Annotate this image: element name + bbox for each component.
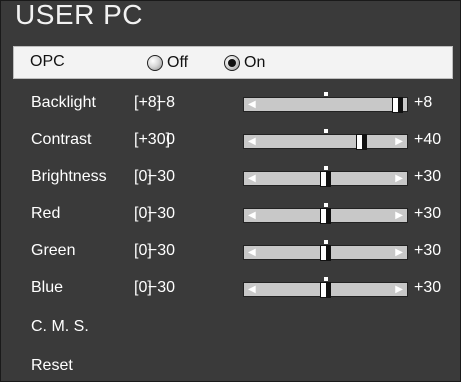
- center-mark: [324, 92, 328, 96]
- left-arrow-icon: ◀: [248, 173, 256, 184]
- right-arrow-icon: ▶: [395, 173, 403, 184]
- left-arrow-icon: ◀: [248, 99, 256, 110]
- setting-name: Green: [31, 242, 76, 259]
- slider-thumb[interactable]: [320, 208, 331, 224]
- center-mark: [324, 203, 328, 207]
- setting-current: [+30]: [134, 131, 171, 148]
- cms-menu-item[interactable]: C. M. S.: [31, 318, 89, 336]
- setting-name: Red: [31, 205, 61, 222]
- slider-thumb[interactable]: [356, 134, 367, 150]
- setting-name: Brightness: [31, 168, 107, 185]
- right-arrow-icon: ▶: [395, 136, 403, 147]
- backlight-slider[interactable]: ◀ ▶: [243, 92, 408, 113]
- opc-off-radio[interactable]: Off: [147, 52, 188, 74]
- setting-row-brightness[interactable]: Brightness [0] −30 ◀ ▶ +30: [13, 163, 453, 193]
- setting-max: +30: [414, 279, 442, 296]
- right-arrow-icon: ▶: [395, 284, 403, 295]
- setting-row-red[interactable]: Red [0] −30 ◀ ▶ +30: [13, 200, 453, 230]
- setting-max: +8: [414, 94, 433, 111]
- osd-menu: USER PC OPC Off On Backlight [+8] −8 ◀ ▶…: [0, 0, 461, 382]
- slider-thumb[interactable]: [392, 97, 403, 113]
- setting-max: +40: [414, 131, 442, 148]
- right-arrow-icon: ▶: [395, 247, 403, 258]
- left-arrow-icon: ◀: [248, 247, 256, 258]
- center-mark: [324, 129, 328, 133]
- setting-row-contrast[interactable]: Contrast [+30] 0 ◀ ▶ +40: [13, 126, 453, 156]
- setting-min: −8: [156, 94, 175, 111]
- red-slider[interactable]: ◀ ▶: [243, 203, 408, 224]
- setting-max: +30: [414, 168, 442, 185]
- setting-name: Contrast: [31, 131, 92, 148]
- radio-off-icon: [147, 55, 163, 71]
- center-mark: [324, 240, 328, 244]
- right-arrow-icon: ▶: [395, 210, 403, 221]
- setting-min: −30: [147, 279, 175, 296]
- green-slider[interactable]: ◀ ▶: [243, 240, 408, 261]
- left-arrow-icon: ◀: [248, 284, 256, 295]
- slider-thumb[interactable]: [320, 245, 331, 261]
- radio-on-icon: [224, 55, 240, 71]
- setting-min: −30: [147, 205, 175, 222]
- setting-min: 0: [166, 131, 175, 148]
- slider-thumb[interactable]: [320, 282, 331, 298]
- opc-row[interactable]: OPC Off On: [13, 46, 453, 79]
- brightness-slider[interactable]: ◀ ▶: [243, 166, 408, 187]
- setting-name: Blue: [31, 279, 64, 296]
- left-arrow-icon: ◀: [248, 136, 256, 147]
- opc-off-label: Off: [167, 54, 189, 71]
- setting-max: +30: [414, 205, 442, 222]
- blue-slider[interactable]: ◀ ▶: [243, 277, 408, 298]
- menu-title: USER PC: [15, 0, 143, 30]
- setting-row-blue[interactable]: Blue [0] −30 ◀ ▶ +30: [13, 274, 453, 304]
- center-mark: [324, 277, 328, 281]
- contrast-slider[interactable]: ◀ ▶: [243, 129, 408, 150]
- setting-min: −30: [147, 168, 175, 185]
- reset-menu-item[interactable]: Reset: [31, 357, 73, 375]
- opc-on-radio[interactable]: On: [224, 52, 265, 74]
- setting-min: −30: [147, 242, 175, 259]
- left-arrow-icon: ◀: [248, 210, 256, 221]
- center-mark: [324, 166, 328, 170]
- opc-label: OPC: [30, 53, 65, 70]
- opc-on-label: On: [244, 54, 266, 71]
- setting-max: +30: [414, 242, 442, 259]
- setting-row-green[interactable]: Green [0] −30 ◀ ▶ +30: [13, 237, 453, 267]
- slider-thumb[interactable]: [320, 171, 331, 187]
- setting-name: Backlight: [31, 94, 96, 111]
- setting-row-backlight[interactable]: Backlight [+8] −8 ◀ ▶ +8: [13, 89, 453, 119]
